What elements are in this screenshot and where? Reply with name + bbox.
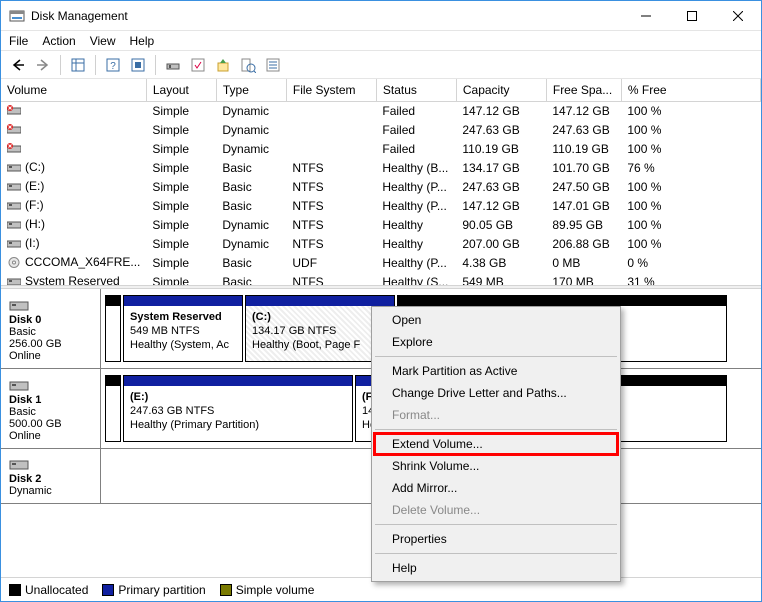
volume-row[interactable]: (E:)SimpleBasicNTFSHealthy (P...247.63 G… bbox=[1, 178, 761, 197]
menu-file[interactable]: File bbox=[9, 34, 28, 48]
col-fs: File System bbox=[286, 79, 376, 101]
volume-row[interactable]: (H:)SimpleDynamicNTFSHealthy90.05 GB89.9… bbox=[1, 216, 761, 235]
col-status: Status bbox=[376, 79, 456, 101]
titlebar[interactable]: Disk Management bbox=[1, 1, 761, 31]
help-button[interactable]: ? bbox=[102, 54, 124, 76]
action-list-button[interactable] bbox=[187, 54, 209, 76]
more-button[interactable] bbox=[262, 54, 284, 76]
menu-action[interactable]: Action bbox=[42, 34, 75, 48]
ctx-shrink-volume[interactable]: Shrink Volume... bbox=[374, 455, 618, 477]
col-layout: Layout bbox=[146, 79, 216, 101]
context-menu: Open Explore Mark Partition as Active Ch… bbox=[371, 306, 621, 582]
svg-text:?: ? bbox=[110, 61, 116, 72]
maximize-button[interactable] bbox=[669, 1, 715, 30]
column-headers[interactable]: Volume Layout Type File System Status Ca… bbox=[1, 79, 761, 101]
app-icon bbox=[9, 8, 25, 24]
disk-info[interactable]: Disk 2Dynamic bbox=[1, 449, 101, 503]
partition[interactable]: (E:)247.63 GB NTFSHealthy (Primary Parti… bbox=[123, 375, 353, 442]
volume-row[interactable]: SimpleDynamicFailed110.19 GB110.19 GB100… bbox=[1, 140, 761, 159]
settings-button[interactable] bbox=[127, 54, 149, 76]
volume-row[interactable]: System ReservedSimpleBasicNTFSHealthy (S… bbox=[1, 273, 761, 286]
properties-button[interactable] bbox=[237, 54, 259, 76]
ctx-properties[interactable]: Properties bbox=[374, 528, 618, 550]
ctx-change-letter[interactable]: Change Drive Letter and Paths... bbox=[374, 382, 618, 404]
volume-row[interactable]: (C:)SimpleBasicNTFSHealthy (B...134.17 G… bbox=[1, 159, 761, 178]
partition[interactable] bbox=[105, 375, 121, 442]
disk-info[interactable]: Disk 0Basic256.00 GBOnline bbox=[1, 289, 101, 368]
volume-row[interactable]: (F:)SimpleBasicNTFSHealthy (P...147.12 G… bbox=[1, 197, 761, 216]
views-button[interactable] bbox=[67, 54, 89, 76]
minimize-button[interactable] bbox=[623, 1, 669, 30]
ctx-extend-volume[interactable]: Extend Volume... bbox=[374, 433, 618, 455]
ctx-open[interactable]: Open bbox=[374, 309, 618, 331]
col-volume: Volume bbox=[1, 79, 146, 101]
up-button[interactable] bbox=[212, 54, 234, 76]
ctx-help[interactable]: Help bbox=[374, 557, 618, 579]
partition[interactable] bbox=[105, 295, 121, 362]
disk-info[interactable]: Disk 1Basic500.00 GBOnline bbox=[1, 369, 101, 448]
volume-row[interactable]: CCCOMA_X64FRE...SimpleBasicUDFHealthy (P… bbox=[1, 254, 761, 273]
volume-row[interactable]: (I:)SimpleDynamicNTFSHealthy207.00 GB206… bbox=[1, 235, 761, 254]
col-capacity: Capacity bbox=[456, 79, 546, 101]
toolbar: ? bbox=[1, 51, 761, 79]
volume-list[interactable]: Volume Layout Type File System Status Ca… bbox=[1, 79, 761, 285]
volume-row[interactable]: SimpleDynamicFailed147.12 GB147.12 GB100… bbox=[1, 101, 761, 121]
col-type: Type bbox=[216, 79, 286, 101]
menu-view[interactable]: View bbox=[90, 34, 116, 48]
menu-help[interactable]: Help bbox=[130, 34, 155, 48]
partition[interactable]: System Reserved549 MB NTFSHealthy (Syste… bbox=[123, 295, 243, 362]
close-button[interactable] bbox=[715, 1, 761, 30]
window-title: Disk Management bbox=[31, 9, 623, 23]
volume-row[interactable]: SimpleDynamicFailed247.63 GB247.63 GB100… bbox=[1, 121, 761, 140]
ctx-explore[interactable]: Explore bbox=[374, 331, 618, 353]
ctx-add-mirror[interactable]: Add Mirror... bbox=[374, 477, 618, 499]
disk-management-window: Disk Management File Action View Help ? … bbox=[0, 0, 762, 602]
menubar: File Action View Help bbox=[1, 31, 761, 51]
back-button[interactable] bbox=[7, 54, 29, 76]
forward-button[interactable] bbox=[32, 54, 54, 76]
ctx-mark-active[interactable]: Mark Partition as Active bbox=[374, 360, 618, 382]
col-free: Free Spa... bbox=[546, 79, 621, 101]
show-hide-button[interactable] bbox=[162, 54, 184, 76]
ctx-format: Format... bbox=[374, 404, 618, 426]
ctx-delete-volume: Delete Volume... bbox=[374, 499, 618, 521]
col-pfree: % Free bbox=[621, 79, 760, 101]
